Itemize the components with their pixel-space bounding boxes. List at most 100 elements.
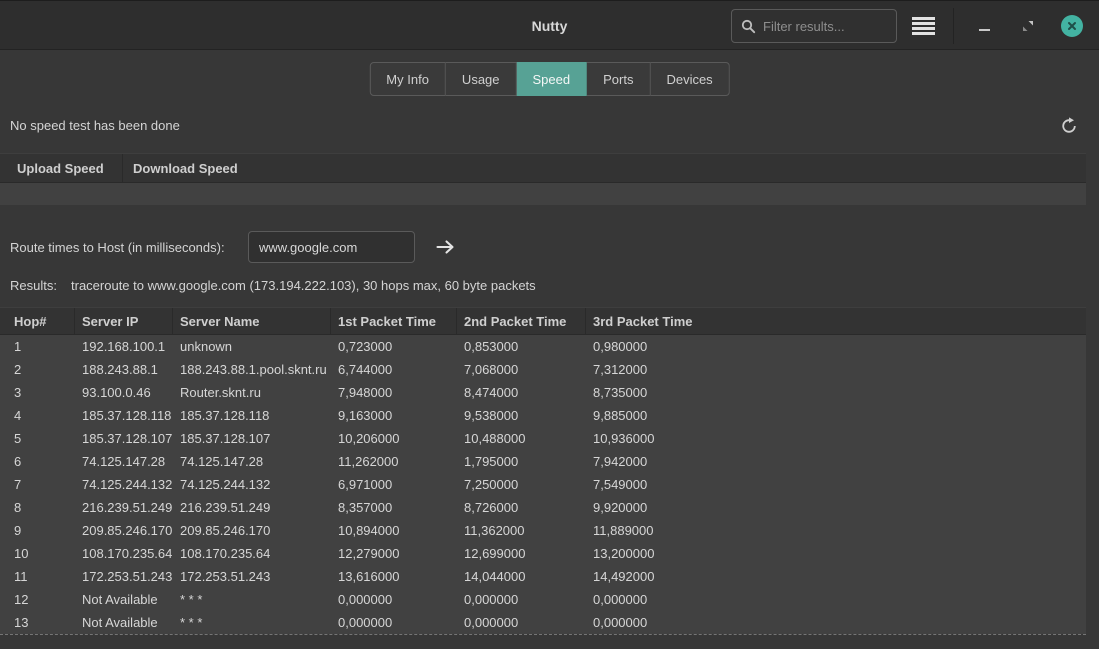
route-host-label: Route times to Host (in milliseconds): [10, 240, 225, 255]
tab-devices[interactable]: Devices [650, 62, 729, 96]
table-row[interactable]: 674.125.147.2874.125.147.2811,2620001,79… [0, 450, 1086, 473]
table-cell: 1 [0, 335, 75, 358]
table-cell: 108.170.235.64 [75, 542, 173, 565]
table-cell: 216.239.51.249 [173, 496, 331, 519]
table-row[interactable]: 12Not Available* * *0,0000000,0000000,00… [0, 588, 1086, 611]
table-cell: 6,971000 [331, 473, 457, 496]
traceroute-table-header: Hop# Server IP Server Name 1st Packet Ti… [0, 307, 1086, 335]
table-cell: 12,279000 [331, 542, 457, 565]
table-cell: 14,492000 [586, 565, 1086, 588]
table-cell: 209.85.246.170 [173, 519, 331, 542]
table-cell: 0,000000 [331, 611, 457, 634]
table-cell: 7,942000 [586, 450, 1086, 473]
table-row[interactable]: 774.125.244.13274.125.244.1326,9710007,2… [0, 473, 1086, 496]
column-header-1st-packet[interactable]: 1st Packet Time [331, 308, 457, 334]
column-header-upload-speed[interactable]: Upload Speed [0, 154, 123, 182]
table-cell: 11 [0, 565, 75, 588]
table-cell: 108.170.235.64 [173, 542, 331, 565]
table-cell: 6 [0, 450, 75, 473]
close-button[interactable] [1059, 13, 1085, 39]
table-cell: 1,795000 [457, 450, 586, 473]
table-cell: 10,488000 [457, 427, 586, 450]
column-header-server-ip[interactable]: Server IP [75, 308, 173, 334]
tab-my-info[interactable]: My Info [369, 62, 446, 96]
table-cell: 11,889000 [586, 519, 1086, 542]
table-row[interactable]: 1192.168.100.1unknown0,7230000,8530000,9… [0, 335, 1086, 358]
table-cell: 172.253.51.243 [75, 565, 173, 588]
column-header-server-name[interactable]: Server Name [173, 308, 331, 334]
table-cell: 74.125.244.132 [173, 473, 331, 496]
maximize-icon [1022, 20, 1034, 32]
table-cell: 10,936000 [586, 427, 1086, 450]
column-header-3rd-packet[interactable]: 3rd Packet Time [586, 308, 1086, 334]
table-cell: 8,474000 [457, 381, 586, 404]
menu-button[interactable] [905, 8, 941, 44]
table-cell: 0,000000 [457, 588, 586, 611]
speed-table-header: Upload Speed Download Speed [0, 153, 1086, 183]
minimize-icon [979, 29, 990, 31]
table-cell: 0,723000 [331, 335, 457, 358]
table-cell: 14,044000 [457, 565, 586, 588]
table-row[interactable]: 9209.85.246.170209.85.246.17010,89400011… [0, 519, 1086, 542]
table-cell: 209.85.246.170 [75, 519, 173, 542]
filter-search-input[interactable] [763, 19, 883, 34]
table-cell: 0,853000 [457, 335, 586, 358]
column-header-2nd-packet[interactable]: 2nd Packet Time [457, 308, 586, 334]
table-cell: 0,000000 [457, 611, 586, 634]
tab-ports[interactable]: Ports [587, 62, 650, 96]
table-row[interactable]: 5185.37.128.107185.37.128.10710,20600010… [0, 427, 1086, 450]
table-cell: 10,894000 [331, 519, 457, 542]
table-row[interactable]: 8216.239.51.249216.239.51.2498,3570008,7… [0, 496, 1086, 519]
table-cell: 185.37.128.107 [75, 427, 173, 450]
table-cell: 93.100.0.46 [75, 381, 173, 404]
table-cell: 5 [0, 427, 75, 450]
table-cell: unknown [173, 335, 331, 358]
table-row[interactable]: 4185.37.128.118185.37.128.1189,1630009,5… [0, 404, 1086, 427]
table-cell: 7,250000 [457, 473, 586, 496]
table-cell: 6,744000 [331, 358, 457, 381]
table-cell: 0,000000 [586, 588, 1086, 611]
column-header-hop[interactable]: Hop# [0, 308, 75, 334]
table-cell: 185.37.128.118 [173, 404, 331, 427]
refresh-icon [1060, 117, 1078, 135]
table-cell: Not Available [75, 588, 173, 611]
table-cell: 185.37.128.107 [173, 427, 331, 450]
go-arrow-icon [436, 239, 455, 255]
table-cell: 3 [0, 381, 75, 404]
filter-search-field[interactable] [731, 9, 897, 43]
speed-table: Upload Speed Download Speed [0, 153, 1086, 205]
table-cell: 172.253.51.243 [173, 565, 331, 588]
host-input[interactable] [248, 231, 415, 263]
table-cell: 7,948000 [331, 381, 457, 404]
table-cell: 13,200000 [586, 542, 1086, 565]
table-cell: Not Available [75, 611, 173, 634]
table-row[interactable]: 393.100.0.46Router.sknt.ru7,9480008,4740… [0, 381, 1086, 404]
view-switcher: My Info Usage Speed Ports Devices [369, 62, 729, 96]
traceroute-table-body: 1192.168.100.1unknown0,7230000,8530000,9… [0, 335, 1086, 635]
table-cell: 185.37.128.118 [75, 404, 173, 427]
table-cell: 8 [0, 496, 75, 519]
speed-table-empty-row [0, 183, 1086, 205]
table-cell: 216.239.51.249 [75, 496, 173, 519]
table-row[interactable]: 10108.170.235.64108.170.235.6412,2790001… [0, 542, 1086, 565]
tab-usage[interactable]: Usage [446, 62, 517, 96]
headerbar-separator [953, 8, 954, 44]
refresh-button[interactable] [1055, 112, 1083, 140]
maximize-button[interactable] [1015, 13, 1041, 39]
run-traceroute-button[interactable] [430, 233, 460, 261]
table-row[interactable]: 13Not Available* * *0,0000000,0000000,00… [0, 611, 1086, 634]
table-row[interactable]: 11172.253.51.243172.253.51.24313,6160001… [0, 565, 1086, 588]
table-cell: 74.125.147.28 [173, 450, 331, 473]
table-cell: 8,735000 [586, 381, 1086, 404]
table-cell: 192.168.100.1 [75, 335, 173, 358]
table-cell: * * * [173, 588, 331, 611]
headerbar-right [731, 1, 1099, 51]
minimize-button[interactable] [971, 13, 997, 39]
traceroute-table: Hop# Server IP Server Name 1st Packet Ti… [0, 307, 1086, 635]
tab-speed[interactable]: Speed [517, 62, 588, 96]
table-cell: 8,726000 [457, 496, 586, 519]
column-header-download-speed[interactable]: Download Speed [123, 154, 1086, 182]
close-icon [1061, 15, 1083, 37]
table-cell: 13 [0, 611, 75, 634]
table-row[interactable]: 2188.243.88.1188.243.88.1.pool.sknt.ru6,… [0, 358, 1086, 381]
